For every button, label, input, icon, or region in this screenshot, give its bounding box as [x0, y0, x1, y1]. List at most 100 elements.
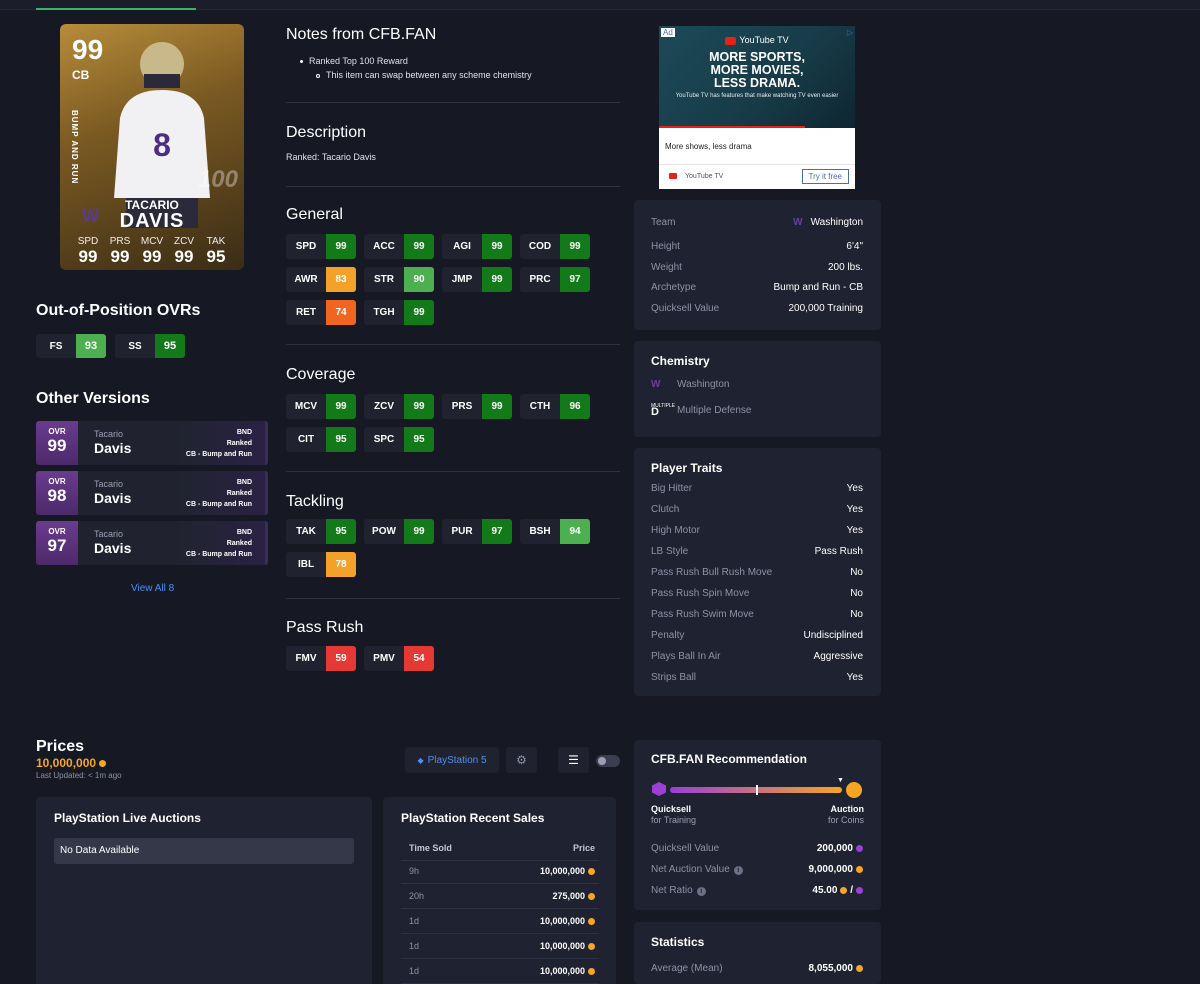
trait-row: Penalty Undisciplined	[651, 630, 863, 641]
advertisement[interactable]: YouTube TV MORE SPORTS, MORE MOVIES, LESS …	[659, 26, 855, 189]
net-ratio-row: Net Ratio i 45.00 /	[651, 885, 863, 896]
attribute-fmv: FMV 59	[286, 646, 356, 671]
note-subitem: This item can swap between any scheme ch…	[300, 68, 532, 82]
view-all-link[interactable]: View All 8	[131, 583, 174, 594]
trait-row: Strips Ball Yes	[651, 672, 863, 683]
attribute-zcv: ZCV 99	[364, 394, 434, 419]
chemistry-item[interactable]: W Washington	[651, 379, 863, 390]
bar-pointer-icon: ▼	[837, 777, 844, 784]
attribute-jmp: JMP 99	[442, 267, 512, 292]
ad-cta-button[interactable]: Try it free	[801, 169, 849, 184]
card-stat: ZCV 99	[174, 236, 194, 266]
playstation-icon: ◆	[417, 755, 424, 765]
play-icon	[669, 173, 677, 180]
coin-icon	[840, 886, 848, 894]
player-info-panel: Team W Washington Height 6'4" Weight 200 lbs…	[634, 200, 881, 330]
table-row: 20h 275,000	[401, 884, 599, 909]
attribute-ret: RET 74	[286, 300, 356, 325]
player-traits-panel: Player Traits Big Hitter Yes Clutch Yes High…	[634, 448, 881, 696]
last-updated: Last Updated: < 1m ago	[36, 771, 122, 780]
traits-title: Player Traits	[651, 461, 723, 475]
card-stats: SPD 99 PRS 99 MCV 99 ZCV 99 TAK 95	[72, 236, 232, 267]
ad-choices-icon[interactable]: ▷	[847, 28, 853, 37]
settings-button[interactable]: ⚙	[506, 747, 537, 773]
platform-selector[interactable]: ◆ PlayStation 5	[405, 747, 499, 773]
youtube-tv-logo: YouTube TV	[659, 35, 855, 45]
tackling-title: Tackling	[286, 493, 344, 510]
washington-logo-icon: W	[793, 217, 803, 228]
card-stat: SPD 99	[77, 236, 99, 266]
coin-icon	[588, 918, 595, 926]
active-nav-indicator	[36, 8, 196, 10]
attribute-bsh: BSH 94	[520, 519, 590, 544]
empty-state: No Data Available	[54, 838, 354, 864]
coin-icon	[588, 893, 595, 901]
svg-text:8: 8	[153, 127, 171, 163]
oop-title: Out-of-Position OVRs	[36, 302, 201, 319]
card-ovr: 99	[72, 34, 104, 65]
gear-icon: ⚙	[516, 753, 527, 767]
table-row: 9h 10,000,000	[401, 859, 599, 884]
card-last-name: DAVIS	[119, 210, 185, 232]
live-auctions-panel: PlayStation Live Auctions No Data Availa…	[36, 797, 372, 984]
prices-title: Prices	[36, 738, 85, 755]
trait-row: Big Hitter Yes	[651, 483, 863, 494]
washington-logo-icon: W	[651, 379, 661, 390]
attribute-tgh: TGH 99	[364, 300, 434, 325]
divider	[286, 471, 620, 472]
oop-fs: FS 93	[36, 334, 106, 358]
auction-label: Auction for Coins	[827, 804, 864, 825]
recent-sales-title: PlayStation Recent Sales	[401, 811, 545, 825]
attribute-prs: PRS 99	[442, 394, 512, 419]
trait-row: Clutch Yes	[651, 504, 863, 515]
player-card: 8 99 CB BUMP AND RUN 100 W TACARIO DAVIS…	[60, 24, 244, 270]
card-stat: MCV 99	[140, 236, 164, 266]
attribute-awr: AWR 83	[286, 267, 356, 292]
gem-icon	[856, 886, 863, 894]
table-row: 1d 10,000,000	[401, 909, 599, 934]
trait-row: High Motor Yes	[651, 525, 863, 536]
recommendation-title: CFB.FAN Recommendation	[651, 752, 808, 766]
table-row: 1d 10,000,000	[401, 934, 599, 959]
chemistry-item[interactable]: MULTIPLE D Multiple Defense	[651, 403, 863, 418]
version-item[interactable]: OVR 98 Tacario Davis BND Ranked CB - Bump an…	[36, 471, 268, 515]
quicksell-value-row: Quicksell Value 200,000	[651, 843, 863, 854]
notes-list: Ranked Top 100 Reward This item can swap…	[300, 54, 532, 82]
ad-caption: More shows, less drama	[665, 142, 752, 151]
divider	[286, 344, 620, 345]
attribute-cth: CTH 96	[520, 394, 590, 419]
average-row: Average (Mean) 8,055,000	[651, 963, 863, 974]
version-item[interactable]: OVR 99 Tacario Davis BND Ranked CB - Bump an…	[36, 421, 268, 465]
general-title: General	[286, 206, 343, 223]
attribute-cit: CIT 95	[286, 427, 356, 452]
card-archetype: BUMP AND RUN	[70, 110, 79, 185]
attribute-agi: AGI 99	[442, 234, 512, 259]
quicksell-label: Quicksell for Training	[651, 804, 697, 825]
view-toggle[interactable]	[596, 755, 620, 767]
bar-marker	[756, 785, 758, 795]
info-row: Height 6'4"	[651, 241, 863, 252]
attribute-str: STR 90	[364, 267, 434, 292]
version-item[interactable]: OVR 97 Tacario Davis BND Ranked CB - Bump an…	[36, 521, 268, 565]
info-icon: i	[733, 866, 743, 875]
divider	[286, 102, 620, 103]
other-versions-title: Other Versions	[36, 390, 150, 407]
recommendation-panel: CFB.FAN Recommendation ▼ Quicksell for Tr…	[634, 740, 881, 910]
info-row: Archetype Bump and Run - CB	[651, 282, 863, 293]
attribute-prc: PRC 97	[520, 267, 590, 292]
card-stat: TAK 95	[206, 236, 226, 266]
trait-row: Pass Rush Swim Move No	[651, 609, 863, 620]
list-view-button[interactable]: ☰	[558, 747, 589, 773]
coin-icon	[588, 943, 595, 951]
chemistry-title: Chemistry	[651, 354, 710, 368]
trait-row: Plays Ball In Air Aggressive	[651, 651, 863, 662]
gem-icon	[856, 844, 863, 852]
price-value: 10,000,000	[36, 756, 107, 770]
coin-icon	[846, 782, 862, 798]
coin-icon	[588, 968, 595, 976]
statistics-panel: Statistics Average (Mean) 8,055,000	[634, 922, 881, 984]
list-icon: ☰	[568, 753, 579, 767]
info-row: Weight 200 lbs.	[651, 262, 863, 273]
live-auctions-title: PlayStation Live Auctions	[54, 811, 201, 825]
coin-icon	[99, 760, 107, 768]
